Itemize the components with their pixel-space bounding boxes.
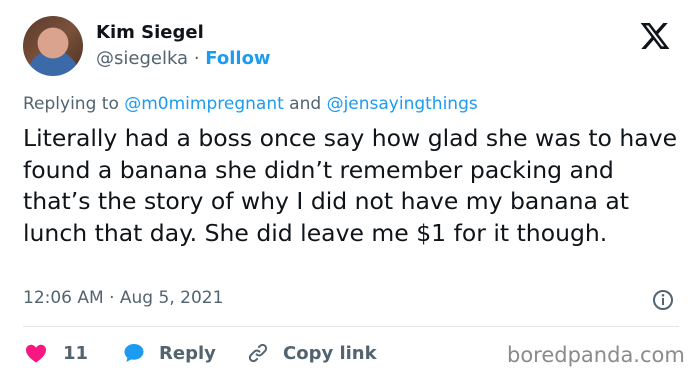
author-handle[interactable]: @siegelka (96, 48, 188, 69)
copy-link-button[interactable]: Copy link (245, 340, 377, 366)
replying-joiner: and (289, 94, 322, 114)
reply-button[interactable]: Reply (121, 340, 216, 366)
tweet-text: Literally had a boss once say how glad s… (23, 124, 678, 247)
heart-icon (26, 344, 46, 363)
info-icon[interactable] (651, 288, 675, 312)
replying-prefix: Replying to (23, 94, 119, 114)
tweet-card: Kim Siegel @siegelka · Follow Replying t… (0, 0, 700, 379)
watermark: boredpanda.com (507, 343, 685, 367)
follow-button[interactable]: Follow (205, 48, 270, 69)
handle-row: @siegelka · Follow (96, 48, 271, 69)
mention-link[interactable]: @m0mimpregnant (124, 94, 284, 114)
reply-label: Reply (159, 342, 216, 364)
like-button[interactable]: 11 (23, 340, 88, 366)
copy-link-label: Copy link (283, 342, 377, 364)
author-name[interactable]: Kim Siegel (96, 22, 204, 43)
mention-link[interactable]: @jensayingthings (327, 94, 478, 114)
separator-dot: · (193, 48, 200, 69)
like-count: 11 (63, 342, 89, 364)
divider (23, 326, 679, 327)
link-icon (248, 343, 268, 363)
avatar[interactable] (23, 16, 83, 76)
tweet-timestamp[interactable]: 12:06 AM · Aug 5, 2021 (23, 288, 223, 308)
replying-to: Replying to @m0mimpregnant and @jensayin… (23, 94, 478, 114)
x-logo-icon[interactable] (638, 20, 672, 52)
speech-bubble-icon (124, 344, 144, 362)
